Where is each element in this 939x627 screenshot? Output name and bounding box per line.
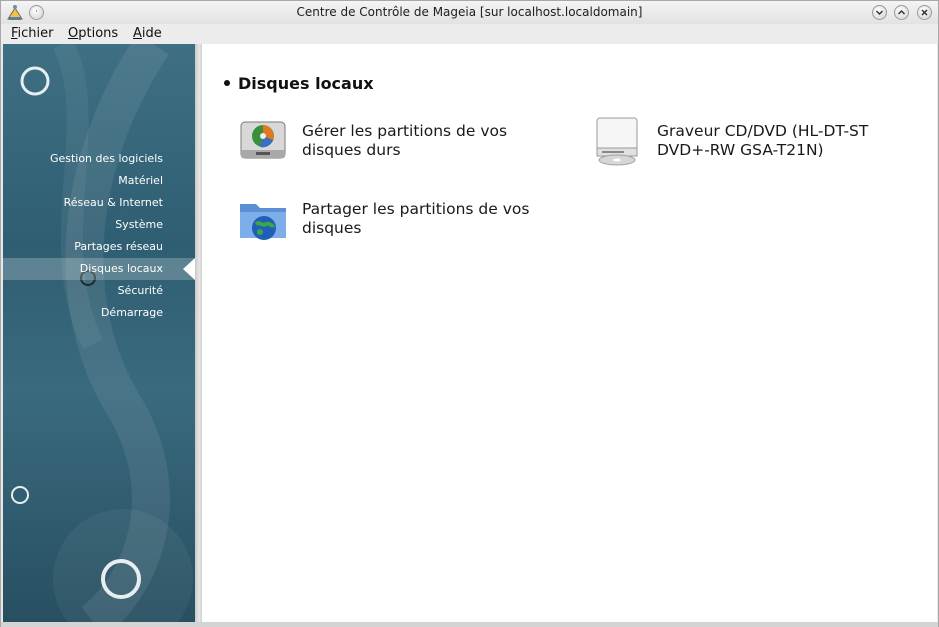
menu-aide-label: ide xyxy=(141,26,162,41)
title-bar[interactable]: · Centre de Contrôle de Mageia [sur loca… xyxy=(1,1,938,24)
sidebar-item-hardware[interactable]: Matériel xyxy=(3,170,195,192)
sidebar-item-security[interactable]: Sécurité xyxy=(3,280,195,302)
close-button[interactable] xyxy=(917,5,932,20)
shared-folder-icon xyxy=(240,204,286,240)
menu-options-label: ptions xyxy=(78,26,119,41)
menu-aide[interactable]: Aide xyxy=(133,26,162,41)
sidebar-item-local-disks[interactable]: Disques locaux xyxy=(3,258,195,280)
bullet-icon xyxy=(224,80,230,86)
menu-bar: Fichier Options Aide xyxy=(1,24,938,44)
sidebar-item-software[interactable]: Gestion des logiciels xyxy=(3,148,195,170)
optical-drive-icon xyxy=(596,117,638,166)
sidebar-decoration xyxy=(11,44,193,622)
minimize-button[interactable] xyxy=(872,5,887,20)
chevron-down-icon xyxy=(875,10,884,16)
tool-manage-partitions-label: Gérer les partitions de vos disques durs xyxy=(302,122,508,159)
maximize-button[interactable] xyxy=(894,5,909,20)
sidebar-item-network-shares[interactable]: Partages réseau xyxy=(3,236,195,258)
menu-options-mnemonic: O xyxy=(68,26,79,41)
menu-fichier-label: ichier xyxy=(17,26,54,41)
app-window: · Centre de Contrôle de Mageia [sur loca… xyxy=(0,0,939,627)
category-list: Gestion des logiciels Matériel Réseau & … xyxy=(3,148,195,324)
close-icon xyxy=(921,9,928,16)
tool-cd-dvd-burner-label: Graveur CD/DVD (HL-DT-ST DVD+-RW GSA-T21… xyxy=(657,122,869,159)
section-title-text: Disques locaux xyxy=(238,74,374,93)
tool-share-partitions[interactable]: Partager les partitions de vos disques xyxy=(238,194,558,254)
tool-cd-dvd-burner[interactable]: Graveur CD/DVD (HL-DT-ST DVD+-RW GSA-T21… xyxy=(593,116,913,176)
sidebar-item-boot[interactable]: Démarrage xyxy=(3,302,195,324)
section-title: Disques locaux xyxy=(224,74,374,93)
harddisk-partition-icon xyxy=(240,121,286,159)
menu-fichier[interactable]: Fichier xyxy=(11,26,54,41)
tool-manage-partitions[interactable]: Gérer les partitions de vos disques durs xyxy=(238,116,558,176)
sidebar-item-system[interactable]: Système xyxy=(3,214,195,236)
sidebar: Gestion des logiciels Matériel Réseau & … xyxy=(3,44,195,622)
status-bar xyxy=(1,622,938,627)
menu-options[interactable]: Options xyxy=(68,26,118,41)
tool-share-partitions-label: Partager les partitions de vos disques xyxy=(302,200,530,237)
sidebar-item-network[interactable]: Réseau & Internet xyxy=(3,192,195,214)
main-panel: Disques locaux Gérer les partitions de v… xyxy=(202,44,937,622)
menu-aide-mnemonic: A xyxy=(133,26,142,41)
chevron-up-icon xyxy=(897,9,906,15)
window-title: Centre de Contrôle de Mageia [sur localh… xyxy=(296,5,643,19)
sidebar-splitter[interactable] xyxy=(195,44,202,622)
